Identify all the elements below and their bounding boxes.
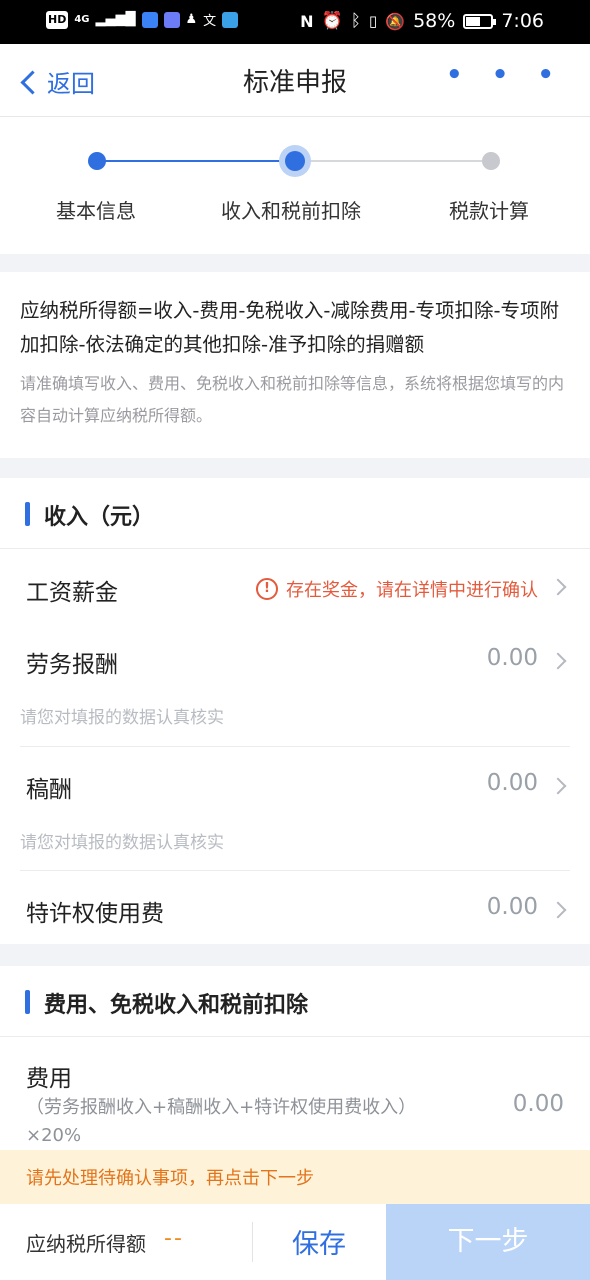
row-label: 劳务报酬 <box>26 652 118 678</box>
taxable-income-label: 应纳税所得额 <box>26 1232 146 1256</box>
music-icon <box>163 11 180 28</box>
pending-confirm-banner: 请先处理待确认事项，再点击下一步 <box>0 1150 590 1204</box>
row-hint: 请您对填报的数据认真核实 <box>20 833 224 853</box>
nav-bar: 返回 标准申报 • • • <box>0 44 590 117</box>
row-value: 0.00 <box>486 645 538 671</box>
expense-label: 费用 <box>26 1066 72 1092</box>
step-dot-tax <box>482 152 500 170</box>
next-step-button[interactable]: 下一步 <box>386 1204 590 1280</box>
deduction-section-header: 费用、免税收入和税前扣除 <box>0 966 590 1037</box>
step-label-basic: 基本信息 <box>56 199 136 223</box>
network-label: 4G <box>74 14 90 25</box>
hd-badge: HD <box>46 10 69 29</box>
nfc-icon: N <box>300 11 314 31</box>
warning-icon: ! <box>256 578 278 600</box>
chevron-right-icon <box>549 901 567 919</box>
status-left-icons: HD 4G ▂▄▆█ ♟ 文 <box>46 10 239 29</box>
expense-row[interactable]: 费用 （劳务报酬收入+稿酬收入+特许权使用费收入） ×20% 0.00 <box>0 1037 590 1150</box>
alarm-icon: ⏰ <box>321 11 343 31</box>
taxable-income-value: -- <box>164 1226 184 1251</box>
income-section-title: 收入（元） <box>44 505 155 530</box>
status-right-icons: N ⏰ ᛒ ▯ 🔕 58% 7:06 <box>300 10 544 32</box>
divider <box>20 870 570 871</box>
income-section-header: 收入（元） <box>0 478 590 549</box>
formula-note: 请准确填写收入、费用、免税收入和税前扣除等信息，系统将根据您填写的内容自动计算应… <box>20 374 565 425</box>
chevron-right-icon <box>549 578 567 596</box>
income-card: 收入（元） 工资薪金 ! 存在奖金，请在详情中进行确认 劳务报酬 0.00 请您… <box>0 478 590 944</box>
step-dot-income-core <box>285 151 305 171</box>
expense-formula-rate: ×20% <box>26 1125 82 1146</box>
step-line-done <box>97 160 294 162</box>
translate-icon: 文 <box>203 14 217 29</box>
formula-text: 应纳税所得额=收入-费用-免税收入-减除费用-专项扣除-专项附加扣除-依法确定的… <box>20 299 560 356</box>
bluetooth-icon: ᛒ <box>350 11 361 31</box>
step-label-income: 收入和税前扣除 <box>221 199 361 223</box>
row-hint: 请您对填报的数据认真核实 <box>20 708 224 728</box>
row-label: 稿酬 <box>26 777 72 803</box>
expense-formula: （劳务报酬收入+稿酬收入+特许权使用费收入） <box>26 1097 417 1118</box>
divider <box>252 1222 253 1262</box>
income-row-salary[interactable]: 工资薪金 ! 存在奖金，请在详情中进行确认 <box>0 549 590 621</box>
row-value: 0.00 <box>486 770 538 796</box>
formula-panel: 应纳税所得额=收入-费用-免税收入-减除费用-专项扣除-专项附加扣除-依法确定的… <box>0 272 590 458</box>
save-button[interactable]: 保存 <box>292 1222 346 1261</box>
chevron-right-icon <box>549 652 567 670</box>
section-accent-bar <box>25 990 30 1014</box>
battery-percent: 58% <box>413 10 456 32</box>
bottom-bar: 应纳税所得额 -- 保存 下一步 <box>0 1204 590 1280</box>
chevron-right-icon <box>549 777 567 795</box>
income-row-franchise[interactable]: 特许权使用费 0.00 <box>0 872 590 944</box>
clock: 7:06 <box>501 10 544 32</box>
progress-stepper: 基本信息 收入和税前扣除 税款计算 <box>0 117 590 254</box>
income-row-service[interactable]: 劳务报酬 0.00 请您对填报的数据认真核实 <box>0 623 590 745</box>
deduction-section-title: 费用、免税收入和税前扣除 <box>44 993 309 1018</box>
more-options-icon[interactable]: • • • <box>446 60 564 90</box>
divider <box>20 746 570 747</box>
mute-icon: 🔕 <box>385 11 406 31</box>
deduction-card: 费用、免税收入和税前扣除 费用 （劳务报酬收入+稿酬收入+特许权使用费收入） ×… <box>0 966 590 1150</box>
app-icon <box>141 11 158 28</box>
notification-icon: ♟ <box>185 12 198 27</box>
row-label: 工资薪金 <box>26 580 118 606</box>
row-value: 0.00 <box>486 894 538 920</box>
banner-text: 请先处理待确认事项，再点击下一步 <box>26 1168 314 1189</box>
signal-icon: ▂▄▆█ <box>95 12 136 27</box>
telegram-icon <box>222 11 239 28</box>
salary-warning: ! 存在奖金，请在详情中进行确认 <box>256 576 538 602</box>
row-label: 特许权使用费 <box>26 901 164 927</box>
expense-value: 0.00 <box>512 1091 564 1117</box>
step-label-tax: 税款计算 <box>449 199 529 223</box>
step-dot-basic <box>88 152 106 170</box>
warning-text: 存在奖金，请在详情中进行确认 <box>286 580 538 601</box>
status-bar: HD 4G ▂▄▆█ ♟ 文 N ⏰ ᛒ ▯ 🔕 58% 7:06 <box>0 0 590 44</box>
step-line-pending <box>294 160 491 162</box>
section-accent-bar <box>25 502 30 526</box>
income-row-royalty[interactable]: 稿酬 0.00 请您对填报的数据认真核实 <box>0 748 590 870</box>
vibrate-icon: ▯ <box>368 12 378 30</box>
battery-icon <box>463 13 497 29</box>
